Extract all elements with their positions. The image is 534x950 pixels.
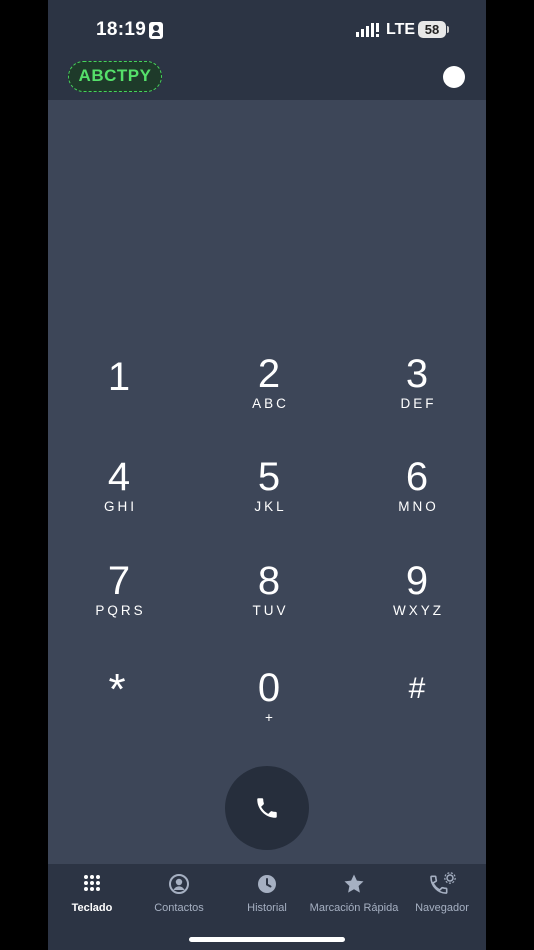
key-letters: WXYZ <box>393 603 444 618</box>
key-letters: ABC <box>252 396 289 411</box>
key-digit: * <box>108 665 126 714</box>
tab-teclado[interactable]: Teclado <box>48 872 137 914</box>
person-circle-icon <box>169 874 189 894</box>
call-button[interactable] <box>225 766 309 850</box>
key-digit: 9 <box>405 559 429 603</box>
key-star[interactable]: * <box>62 666 172 756</box>
battery-tip <box>447 26 449 33</box>
key-digit: 5 <box>257 455 281 499</box>
tab-label: Contactos <box>154 902 204 914</box>
status-time: 18:19 <box>96 19 147 40</box>
network-type: LTE <box>386 21 416 38</box>
clock-icon <box>258 875 276 893</box>
star-icon <box>344 874 364 893</box>
key-8[interactable]: 8 TUV <box>214 561 324 651</box>
key-digit: 0 <box>257 666 281 710</box>
battery-icon: 58 <box>418 21 446 38</box>
key-letters: DEF <box>400 396 437 411</box>
key-digit: # <box>408 672 426 705</box>
phone-icon <box>257 798 277 818</box>
key-5[interactable]: 5 JKL <box>214 457 324 547</box>
key-3[interactable]: 3 DEF <box>362 354 472 444</box>
key-digit: 6 <box>405 455 429 499</box>
tab-historial[interactable]: Historial <box>222 872 312 914</box>
key-digit: 8 <box>257 559 281 603</box>
account-badge[interactable]: ABCTPY <box>68 61 162 92</box>
tab-contactos[interactable]: Contactos <box>134 872 224 914</box>
key-1[interactable]: 1 <box>64 357 174 447</box>
key-letters: GHI <box>103 499 137 514</box>
key-letters: TUV <box>252 603 289 618</box>
top-bar: 18:19 LTE 58 ABCTPY <box>48 0 486 100</box>
person-badge-icon <box>149 22 163 39</box>
key-digit: 4 <box>107 455 131 499</box>
tab-marcacion-rapida[interactable]: Marcación Rápida <box>304 872 404 914</box>
key-letters: MNO <box>398 499 439 514</box>
keypad-grid-icon <box>84 875 100 891</box>
key-2[interactable]: 2 ABC <box>214 354 324 444</box>
key-4[interactable]: 4 GHI <box>64 457 174 547</box>
key-hash[interactable]: # <box>362 666 472 756</box>
key-9[interactable]: 9 WXYZ <box>362 561 472 651</box>
key-letters: JKL <box>254 499 287 514</box>
bottom-tab-bar: Teclado Contactos Historial Marcación Rá… <box>48 864 486 950</box>
phone-gear-icon <box>430 872 456 894</box>
phone-screen: 18:19 LTE 58 ABCTPY 1 2 ABC 3 DEF 4 GHI … <box>48 0 486 950</box>
signal-icon <box>356 23 379 37</box>
tab-label: Historial <box>247 902 287 914</box>
key-6[interactable]: 6 MNO <box>362 457 472 547</box>
tab-label: Marcación Rápida <box>309 902 399 914</box>
presence-indicator[interactable] <box>443 66 465 88</box>
key-letters: + <box>265 710 276 725</box>
tab-label: Teclado <box>71 902 113 914</box>
key-7[interactable]: 7 PQRS <box>64 561 174 651</box>
tab-label: Navegador <box>415 902 469 914</box>
key-digit: 3 <box>405 352 429 396</box>
key-digit: 1 <box>107 355 131 399</box>
tab-navegador[interactable]: Navegador <box>397 872 486 914</box>
home-indicator[interactable] <box>189 937 345 942</box>
key-letters: PQRS <box>95 603 146 618</box>
key-0[interactable]: 0 + <box>214 668 324 758</box>
key-digit: 7 <box>107 559 131 603</box>
key-digit: 2 <box>257 352 281 396</box>
